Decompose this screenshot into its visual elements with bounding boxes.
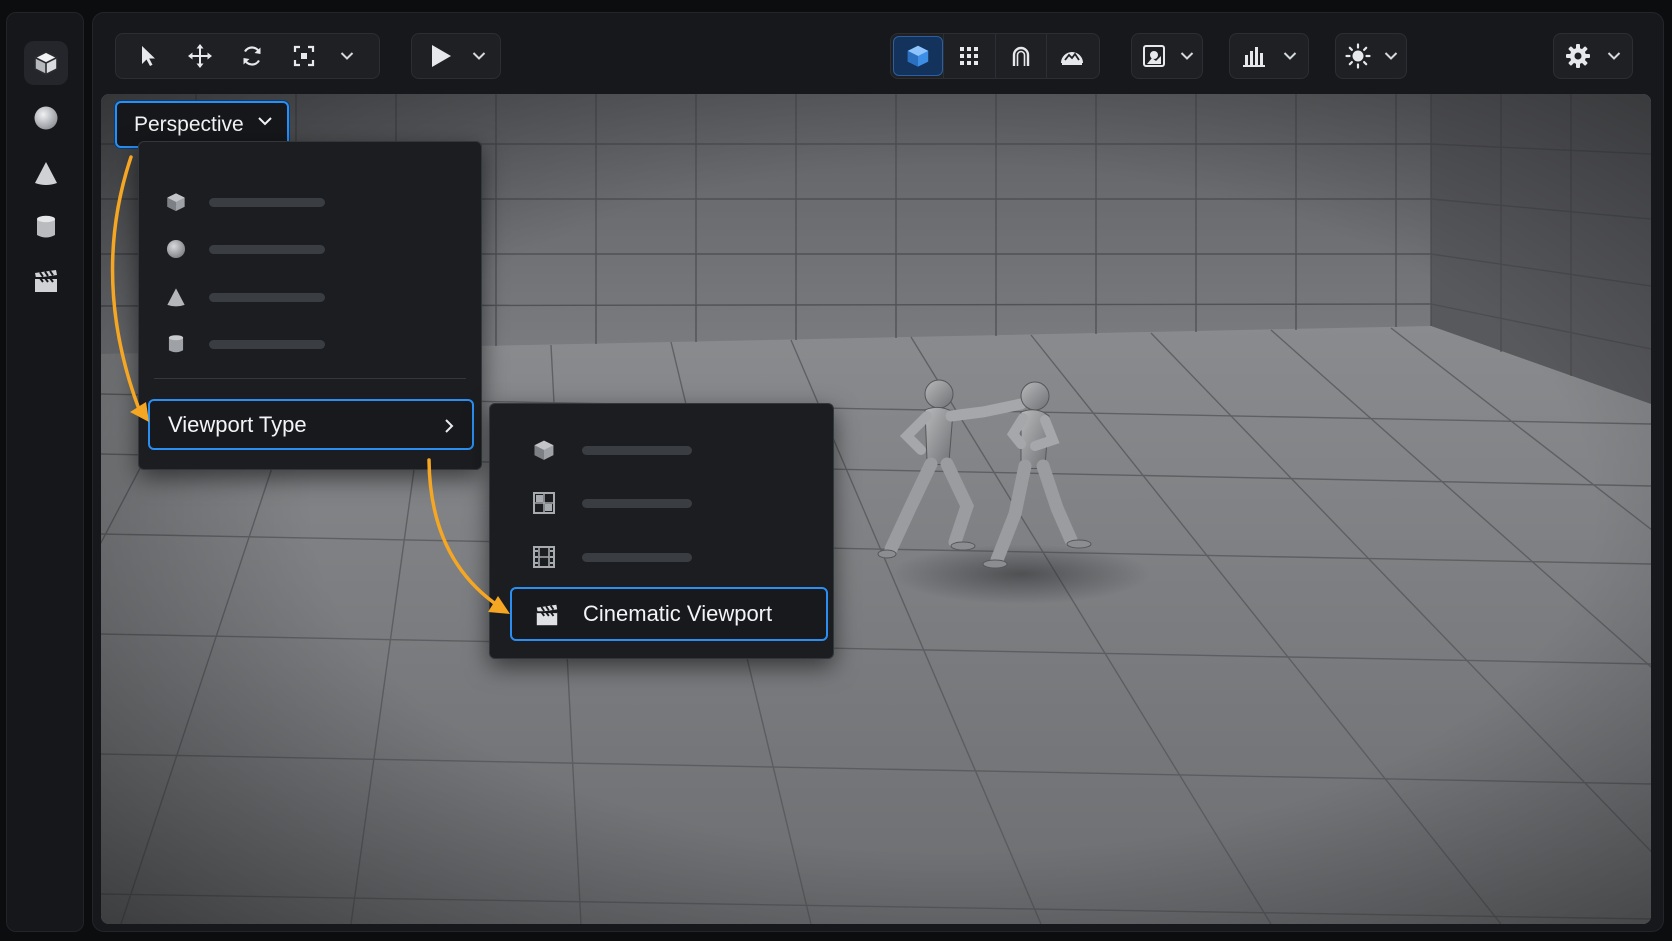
cube-icon: [167, 193, 185, 212]
play-group: [411, 33, 501, 79]
menu-item-2[interactable]: [139, 231, 483, 267]
environment-toggle-button[interactable]: [1047, 36, 1097, 76]
submenu-item-placeholder: [582, 553, 692, 562]
cinematic-viewport-label: Cinematic Viewport: [583, 601, 773, 626]
menu-item-placeholder: [209, 340, 325, 349]
viewport-type-submenu-item[interactable]: Viewport Type: [148, 399, 474, 450]
stats-group: [1229, 33, 1309, 79]
lighting-dropdown-button[interactable]: [1378, 36, 1404, 76]
menu-item-4[interactable]: [139, 326, 483, 362]
viewport-type-submenu: Cinematic Viewport: [489, 403, 834, 659]
stats-button[interactable]: [1232, 36, 1276, 76]
transform-tools-group: [115, 33, 380, 79]
rail-sphere-button[interactable]: [24, 96, 68, 140]
landscape-icon: [1060, 52, 1083, 65]
rotate-icon: [243, 46, 261, 66]
cylinder-icon: [168, 335, 184, 353]
submenu-item-placeholder: [582, 499, 692, 508]
viewport-type-label: Viewport Type: [168, 411, 307, 437]
grid-toggle-button[interactable]: [944, 36, 994, 76]
camera-group: [1131, 33, 1203, 79]
scale-icon: [293, 45, 315, 67]
chevron-right-icon: [445, 419, 454, 433]
submenu-item-placeholder: [582, 446, 692, 455]
lighting-group: [1335, 33, 1407, 79]
play-button[interactable]: [418, 36, 464, 76]
settings-dropdown-button[interactable]: [1600, 36, 1628, 76]
chevron-down-icon: [258, 117, 272, 126]
rail-cube-button[interactable]: [24, 41, 68, 85]
magnet-icon: [1012, 46, 1029, 66]
viewport-toolbar: [93, 13, 1663, 93]
chevron-down-icon: [1607, 52, 1621, 60]
cone-icon: [35, 162, 57, 185]
chevron-down-icon: [340, 52, 354, 60]
cube-icon: [534, 440, 554, 460]
sphere-icon: [166, 239, 186, 259]
chevron-down-icon: [1180, 52, 1194, 60]
sun-icon: [1345, 43, 1371, 69]
film-strip-icon: [533, 546, 555, 568]
clapperboard-icon: [536, 604, 558, 626]
move-icon: [188, 44, 212, 68]
clapperboard-icon: [35, 270, 57, 292]
chevron-down-icon: [472, 52, 486, 60]
camera-mode-label: Perspective: [134, 112, 244, 136]
lit-view-button[interactable]: [893, 36, 944, 76]
layout-grid-icon: [533, 492, 555, 514]
scale-tool-button[interactable]: [278, 36, 330, 76]
cube-icon: [34, 51, 58, 76]
camera-dropdown-button[interactable]: [1174, 36, 1200, 76]
rotate-tool-button[interactable]: [226, 36, 278, 76]
rail-cylinder-button[interactable]: [24, 205, 68, 249]
settings-button[interactable]: [1556, 36, 1600, 76]
stats-icon: [1243, 47, 1265, 67]
lighting-button[interactable]: [1338, 36, 1378, 76]
play-options-button[interactable]: [464, 36, 494, 76]
cone-icon: [167, 288, 185, 307]
menu-item-1[interactable]: [139, 184, 483, 220]
menu-item-placeholder: [209, 293, 325, 302]
sphere-icon: [34, 106, 58, 130]
cube-icon: [907, 45, 929, 67]
cylinder-icon: [37, 215, 55, 238]
snap-toggle-button[interactable]: [996, 36, 1046, 76]
grid-icon: [960, 47, 979, 65]
camera-options-button[interactable]: [1134, 36, 1174, 76]
stats-dropdown-button[interactable]: [1276, 36, 1304, 76]
gear-icon: [1566, 44, 1590, 68]
menu-item-placeholder: [209, 198, 325, 207]
chevron-down-icon: [1283, 52, 1297, 60]
left-icon-rail: [6, 12, 84, 932]
camera-icon: [1143, 45, 1165, 67]
transform-dropdown-button[interactable]: [330, 36, 364, 76]
chevron-down-icon: [1384, 52, 1398, 60]
menu-item-3[interactable]: [139, 279, 483, 315]
rail-clapperboard-button[interactable]: [24, 259, 68, 303]
play-icon: [432, 45, 451, 67]
view-modes-group: [890, 33, 1100, 79]
submenu-item-3[interactable]: [490, 537, 835, 577]
submenu-item-1[interactable]: [490, 430, 835, 470]
select-tool-button[interactable]: [122, 36, 174, 76]
submenu-item-2[interactable]: [490, 483, 835, 523]
cinematic-viewport-item[interactable]: Cinematic Viewport: [510, 587, 828, 641]
select-arrow-icon: [142, 46, 155, 66]
settings-group: [1553, 33, 1633, 79]
rail-cone-button[interactable]: [24, 151, 68, 195]
perspective-menu: Viewport Type: [138, 141, 482, 470]
move-tool-button[interactable]: [174, 36, 226, 76]
menu-divider: [154, 378, 466, 379]
menu-item-placeholder: [209, 245, 325, 254]
